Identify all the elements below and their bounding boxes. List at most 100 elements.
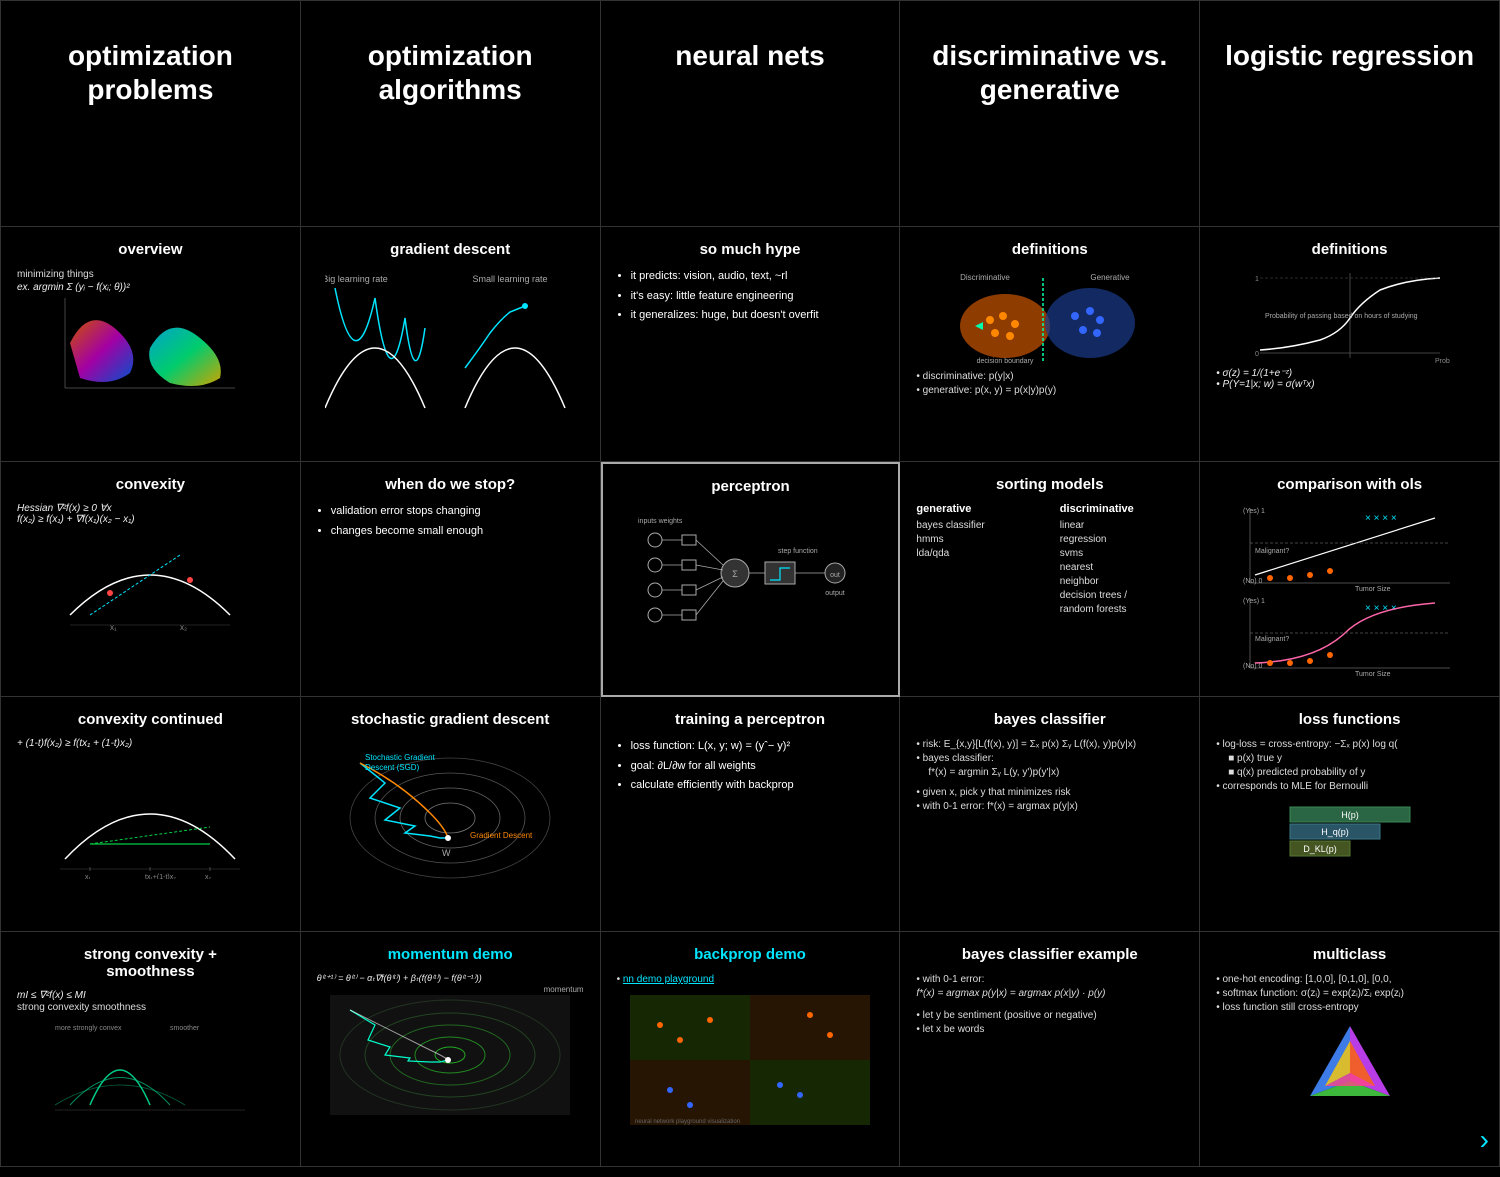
r3c4-gen-item2: hmms (916, 533, 1039, 547)
r3c1-visual: x₁ x₂ (17, 525, 284, 635)
r3c4-disc-label: discriminative (1060, 503, 1183, 515)
r4c5-title: loss functions (1216, 711, 1483, 728)
next-arrow[interactable]: › (1480, 1124, 1489, 1156)
r5c2-formula: θ⁽ᵗ⁺¹⁾ = θ⁽ᵗ⁾ − αₜ∇f(θ⁽ᵗ⁾) + βₜ(f(θ⁽ᵗ⁾) … (317, 973, 584, 984)
cell-r4c2: stochastic gradient descent Stochastic G… (301, 697, 601, 932)
r3c4-gen-label: generative (916, 503, 1039, 515)
r2c3-b1: it predicts: vision, audio, text, ~rl (631, 268, 884, 286)
header-title-2: optimization algorithms (368, 19, 533, 106)
r4c4-title: bayes classifier (916, 711, 1183, 728)
cell-r4c1: convexity continued + (1-t)f(x₂) ≥ f(tx₁… (1, 697, 301, 932)
svg-text:Malignant?: Malignant? (1255, 636, 1289, 643)
r2c4-b2: • generative: p(x, y) = p(x|y)p(y) (916, 384, 1183, 398)
cell-r2c4: definitions Discriminative Generative (900, 227, 1200, 462)
svg-text:x₂: x₂ (205, 874, 212, 879)
svg-text:Discriminative: Discriminative (960, 273, 1010, 282)
r3c4-disc-item4: nearest (1060, 561, 1183, 575)
svg-text:Small learning rate: Small learning rate (473, 274, 548, 284)
svg-text:× × × ×: × × × × (1365, 513, 1397, 524)
r2c5-f1: • σ(z) = 1/(1+e⁻ᶻ) (1216, 368, 1483, 379)
svg-text:out: out (831, 572, 841, 579)
r4c4-b5: • with 0-1 error: f*(x) = argmax p(y|x) (916, 800, 1183, 814)
svg-text:(Yes) 1: (Yes) 1 (1243, 598, 1265, 605)
svg-text:Malignant?: Malignant? (1255, 548, 1289, 555)
r3c4-disc-item1: linear (1060, 519, 1183, 533)
svg-text:W: W (442, 848, 451, 858)
svg-text:decision boundary: decision boundary (976, 358, 1033, 365)
r4c4-b1: • risk: E_{x,y}[L(f(x), y)] = Σₓ p(x) Σᵧ… (916, 738, 1183, 752)
r2c1-formula: ex. argmin Σ (yᵢ − f(xᵢ; θ))² (17, 282, 284, 293)
r3c2-b2: changes become small enough (331, 523, 584, 541)
r3c2-bullets: validation error stops changing changes … (317, 503, 584, 540)
r5c5-visual (1216, 1021, 1483, 1111)
r2c1-visual (17, 293, 284, 393)
r2c4-visual: Discriminative Generative (916, 268, 1183, 368)
r4c4-b2: • bayes classifier: (916, 752, 1183, 766)
svg-text:(No) 0: (No) 0 (1243, 578, 1263, 585)
r3c4-title: sorting models (916, 476, 1183, 493)
svg-text:Stochastic Gradient: Stochastic Gradient (365, 753, 436, 762)
cell-r4c4: bayes classifier • risk: E_{x,y}[L(f(x),… (900, 697, 1200, 932)
r5c1-visual: x more strongly convex smoother (17, 1015, 284, 1115)
r4c1-title: convexity continued (17, 711, 284, 728)
r3c4-disc-item6: decision trees / (1060, 589, 1183, 603)
header-title-1: optimization problems (68, 19, 233, 106)
r2c5-visual: 1 0 Prob distance Probability of passing… (1216, 268, 1483, 368)
header-title-5: logistic regression (1225, 19, 1474, 73)
r3c4-generative: generative bayes classifier hmms lda/qda (916, 503, 1039, 617)
r4c3-title: training a perceptron (617, 711, 884, 728)
cell-r1c5: logistic regression (1200, 1, 1500, 227)
r5c1-f2: strong convexity smoothness (17, 1001, 284, 1015)
svg-text:neural network playground visu: neural network playground visualization (635, 1119, 740, 1125)
r5c2-visual (317, 995, 584, 1115)
r4c2-visual: Stochastic Gradient Descent (SGD) Gradie… (317, 738, 584, 888)
cell-r5c1: strong convexity + smoothness mI ≤ ∇²f(x… (1, 932, 301, 1167)
svg-text:Σ: Σ (733, 569, 739, 579)
r4c3-b2: goal: ∂L/∂w for all weights (631, 758, 884, 776)
r5c4-b2: f*(x) = argmax p(y|x) = argmax p(x|y) · … (916, 987, 1183, 1001)
cell-r5c3: backprop demo • nn demo playground (601, 932, 901, 1167)
r5c1-f1: mI ≤ ∇²f(x) ≤ MI (17, 990, 284, 1001)
cell-r1c1: optimization problems (1, 1, 301, 227)
r2c5-f2: • P(Y=1|x; w) = σ(wᵀx) (1216, 379, 1483, 390)
r5c1-title: strong convexity + smoothness (17, 946, 284, 980)
svg-text:Big learning rate: Big learning rate (325, 274, 388, 284)
cell-r2c5: definitions 1 0 Prob distance Probabilit… (1200, 227, 1500, 462)
r4c3-b1: loss function: L(x, y; w) = (yˆ− y)² (631, 738, 884, 756)
r3c4-disc-item3: svms (1060, 547, 1183, 561)
header-title-4: discriminative vs. generative (932, 19, 1167, 106)
svg-text:0: 0 (1255, 351, 1259, 358)
cell-r5c4: bayes classifier example • with 0-1 erro… (900, 932, 1200, 1167)
r3c5-visual-bottom: (Yes) 1 (No) 0 Tumor Size Malignant? × ×… (1216, 593, 1483, 678)
svg-text:x₂: x₂ (180, 623, 187, 632)
svg-text:H_q(p): H_q(p) (1321, 827, 1349, 837)
r4c3-b3: calculate efficiently with backprop (631, 777, 884, 795)
svg-text:Probability of passing based o: Probability of passing based on hours of… (1265, 313, 1418, 320)
r5c3-link[interactable]: nn demo playground (623, 974, 714, 985)
svg-text:step function: step function (778, 548, 818, 555)
r3c1-f2: f(x₂) ≥ f(x₁) + ∇f(x₁)(x₂ − x₁) (17, 514, 284, 525)
r4c1-f1: + (1-t)f(x₂) ≥ f(tx₁ + (1-t)x₂) (17, 738, 284, 749)
r3c4-disc-item2: regression (1060, 533, 1183, 547)
r5c2-sub: momentum (317, 984, 584, 995)
r4c4-b4: • given x, pick y that minimizes risk (916, 786, 1183, 800)
r2c3-title: so much hype (617, 241, 884, 258)
cell-r4c5: loss functions • log-loss = cross-entrop… (1200, 697, 1500, 932)
cell-r3c4: sorting models generative bayes classifi… (900, 462, 1200, 697)
cell-r1c3: neural nets (601, 1, 901, 227)
r3c1-title: convexity (17, 476, 284, 493)
r5c4-b3: • let y be sentiment (positive or negati… (916, 1009, 1183, 1023)
r3c2-b1: validation error stops changing (331, 503, 584, 521)
r3c3-title: perceptron (619, 478, 883, 495)
r5c4-b1: • with 0-1 error: (916, 973, 1183, 987)
svg-text:H(p): H(p) (1341, 810, 1359, 820)
r2c2-visual: Big learning rate Small learning rate (317, 268, 584, 428)
r5c4-title: bayes classifier example (916, 946, 1183, 963)
cell-r3c1: convexity Hessian ∇²f(x) ≥ 0 ∀x f(x₂) ≥ … (1, 462, 301, 697)
cell-r3c3: perceptron inputs weights (601, 462, 901, 697)
svg-text:(No) 0: (No) 0 (1243, 663, 1263, 670)
r4c3-bullets: loss function: L(x, y; w) = (yˆ− y)² goa… (617, 738, 884, 795)
r2c5-title: definitions (1216, 241, 1483, 258)
cell-r4c3: training a perceptron loss function: L(x… (601, 697, 901, 932)
svg-text:x₁: x₁ (85, 874, 92, 879)
